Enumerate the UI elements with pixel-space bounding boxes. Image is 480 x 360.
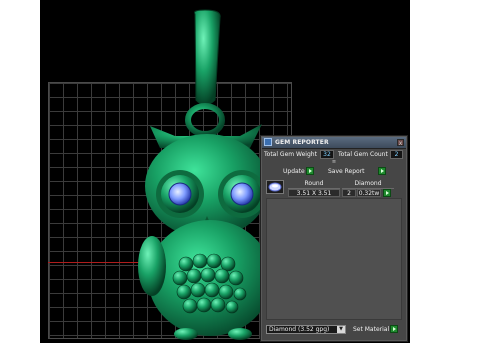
update-go-arrow-icon[interactable] — [306, 167, 314, 175]
row-go-arrow-icon[interactable] — [383, 189, 391, 197]
column-header-shape: Round — [288, 180, 340, 189]
total-gem-count-value: 2 — [390, 150, 403, 159]
column-header-material: Diamond — [342, 180, 394, 189]
gem-size-cell: 3.51 X 3.51 — [288, 189, 340, 197]
gem-list-area[interactable] — [266, 198, 402, 320]
total-gem-weight-label: Total Gem Weight — [264, 151, 317, 158]
panel-titlebar[interactable]: GEM REPORTER x — [262, 137, 406, 149]
left-eye-gem — [168, 182, 192, 206]
total-gem-count-label: Total Gem Count — [338, 151, 388, 158]
gem-thumbnail-icon[interactable] — [266, 180, 284, 194]
gem-table: Round Diamond 3.51 X 3.51 2 0.32tw — [266, 180, 402, 200]
panel-title: GEM REPORTER — [275, 139, 329, 146]
right-eye-gem — [230, 182, 254, 206]
app-icon — [264, 138, 272, 146]
save-report-go-arrow-icon[interactable] — [378, 167, 386, 175]
dropdown-arrow-icon[interactable]: ▼ — [337, 326, 345, 333]
save-report-button[interactable]: Save Report — [328, 167, 365, 176]
gem-weight-cell: 0.32tw — [357, 189, 381, 197]
gem-reporter-panel: GEM REPORTER x Total Gem Weight 32 Total… — [260, 135, 408, 342]
material-select-value: Diamond (3.52 gpg) — [269, 326, 330, 333]
gem-count-cell: 2 — [342, 189, 356, 197]
close-icon[interactable]: x — [397, 139, 404, 147]
set-material-go-arrow-icon[interactable] — [390, 325, 398, 333]
total-gem-weight-value: 32 — [320, 150, 334, 159]
update-button[interactable]: Update — [283, 167, 305, 176]
round-gem-icon — [268, 182, 282, 192]
expand-handle-icon[interactable]: ≡ — [331, 160, 337, 165]
set-material-button[interactable]: Set Material — [353, 325, 389, 334]
material-select[interactable]: Diamond (3.52 gpg) ▼ — [266, 325, 346, 334]
